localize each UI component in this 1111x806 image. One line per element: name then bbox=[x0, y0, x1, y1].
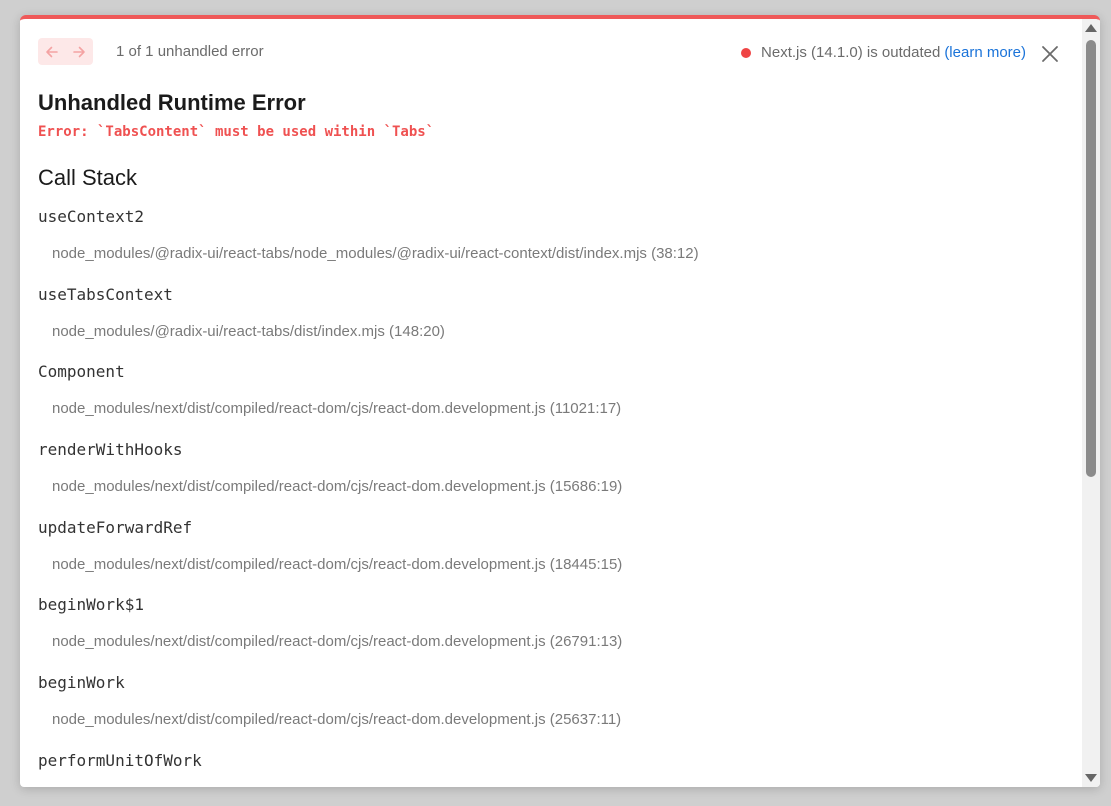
error-message: Error: `TabsContent` must be used within… bbox=[38, 124, 435, 140]
frame-function-name: updateForwardRef bbox=[38, 517, 193, 537]
error-title: Unhandled Runtime Error bbox=[38, 90, 306, 115]
next-error-button[interactable] bbox=[66, 38, 94, 65]
frame-function-name: renderWithHooks bbox=[38, 440, 183, 460]
frame-source-location[interactable]: node_modules/next/dist/compiled/react-do… bbox=[52, 556, 622, 573]
call-stack-frame: useContext2 node_modules/@radix-ui/react-… bbox=[38, 207, 1060, 285]
frame-source-location[interactable]: node_modules/next/dist/compiled/react-do… bbox=[52, 478, 622, 495]
close-button[interactable] bbox=[1040, 44, 1060, 64]
call-stack-frame: useTabsContext node_modules/@radix-ui/rea… bbox=[38, 285, 1060, 363]
version-text: Next.js (14.1.0) is outdated bbox=[761, 44, 941, 61]
frame-source-location[interactable]: node_modules/@radix-ui/react-tabs/node_m… bbox=[52, 245, 699, 262]
version-status: Next.js (14.1.0) is outdated (learn more… bbox=[741, 44, 1026, 61]
frame-function-name: performUnitOfWork bbox=[38, 750, 202, 770]
status-dot bbox=[741, 47, 752, 58]
frame-function-name: useContext2 bbox=[38, 207, 144, 226]
frame-source-location[interactable]: node_modules/next/dist/compiled/react-do… bbox=[52, 400, 621, 417]
scroll-up-arrow[interactable] bbox=[1085, 24, 1097, 32]
call-stack-frame: Component node_modules/next/dist/compiled… bbox=[38, 362, 1060, 440]
call-stack-frames: useContext2 node_modules/@radix-ui/react-… bbox=[38, 207, 1060, 787]
call-stack-frame: renderWithHooks node_modules/next/dist/co… bbox=[38, 440, 1060, 518]
previous-error-button[interactable] bbox=[38, 38, 66, 65]
scrollbar-thumb[interactable] bbox=[1086, 40, 1096, 477]
frame-function-name: Component bbox=[38, 362, 125, 382]
frame-source-location[interactable]: node_modules/@radix-ui/react-tabs/dist/i… bbox=[52, 323, 445, 340]
arrow-right-icon bbox=[73, 46, 86, 57]
frame-source-location[interactable]: node_modules/next/dist/compiled/react-do… bbox=[52, 711, 621, 728]
scroll-down-arrow[interactable] bbox=[1085, 774, 1097, 782]
call-stack-frame: updateForwardRef node_modules/next/dist/c… bbox=[38, 518, 1060, 596]
dialog-content: 1 of 1 unhandled error Next.js (14.1.0) … bbox=[38, 19, 1060, 787]
frame-function-name: beginWork$1 bbox=[38, 595, 144, 615]
call-stack-frame: beginWork node_modules/next/dist/compiled… bbox=[38, 673, 1060, 751]
call-stack-frame: performUnitOfWork bbox=[38, 751, 1060, 787]
close-icon bbox=[1042, 46, 1058, 62]
call-stack-frame: beginWork$1 node_modules/next/dist/compil… bbox=[38, 595, 1060, 673]
frame-function-name: useTabsContext bbox=[38, 284, 173, 304]
dialog-header: 1 of 1 unhandled error Next.js (14.1.0) … bbox=[38, 38, 1060, 66]
frame-function-name: beginWork bbox=[38, 673, 125, 693]
error-count: 1 of 1 unhandled error bbox=[116, 43, 264, 60]
scrollbar[interactable] bbox=[1082, 19, 1100, 787]
error-pagination bbox=[38, 38, 93, 65]
frame-source-location[interactable]: node_modules/next/dist/compiled/react-do… bbox=[52, 633, 622, 650]
error-dialog: 1 of 1 unhandled error Next.js (14.1.0) … bbox=[20, 15, 1100, 787]
call-stack-heading: Call Stack bbox=[38, 165, 138, 190]
learn-more-link[interactable]: (learn more) bbox=[944, 44, 1026, 61]
arrow-left-icon bbox=[45, 46, 58, 57]
